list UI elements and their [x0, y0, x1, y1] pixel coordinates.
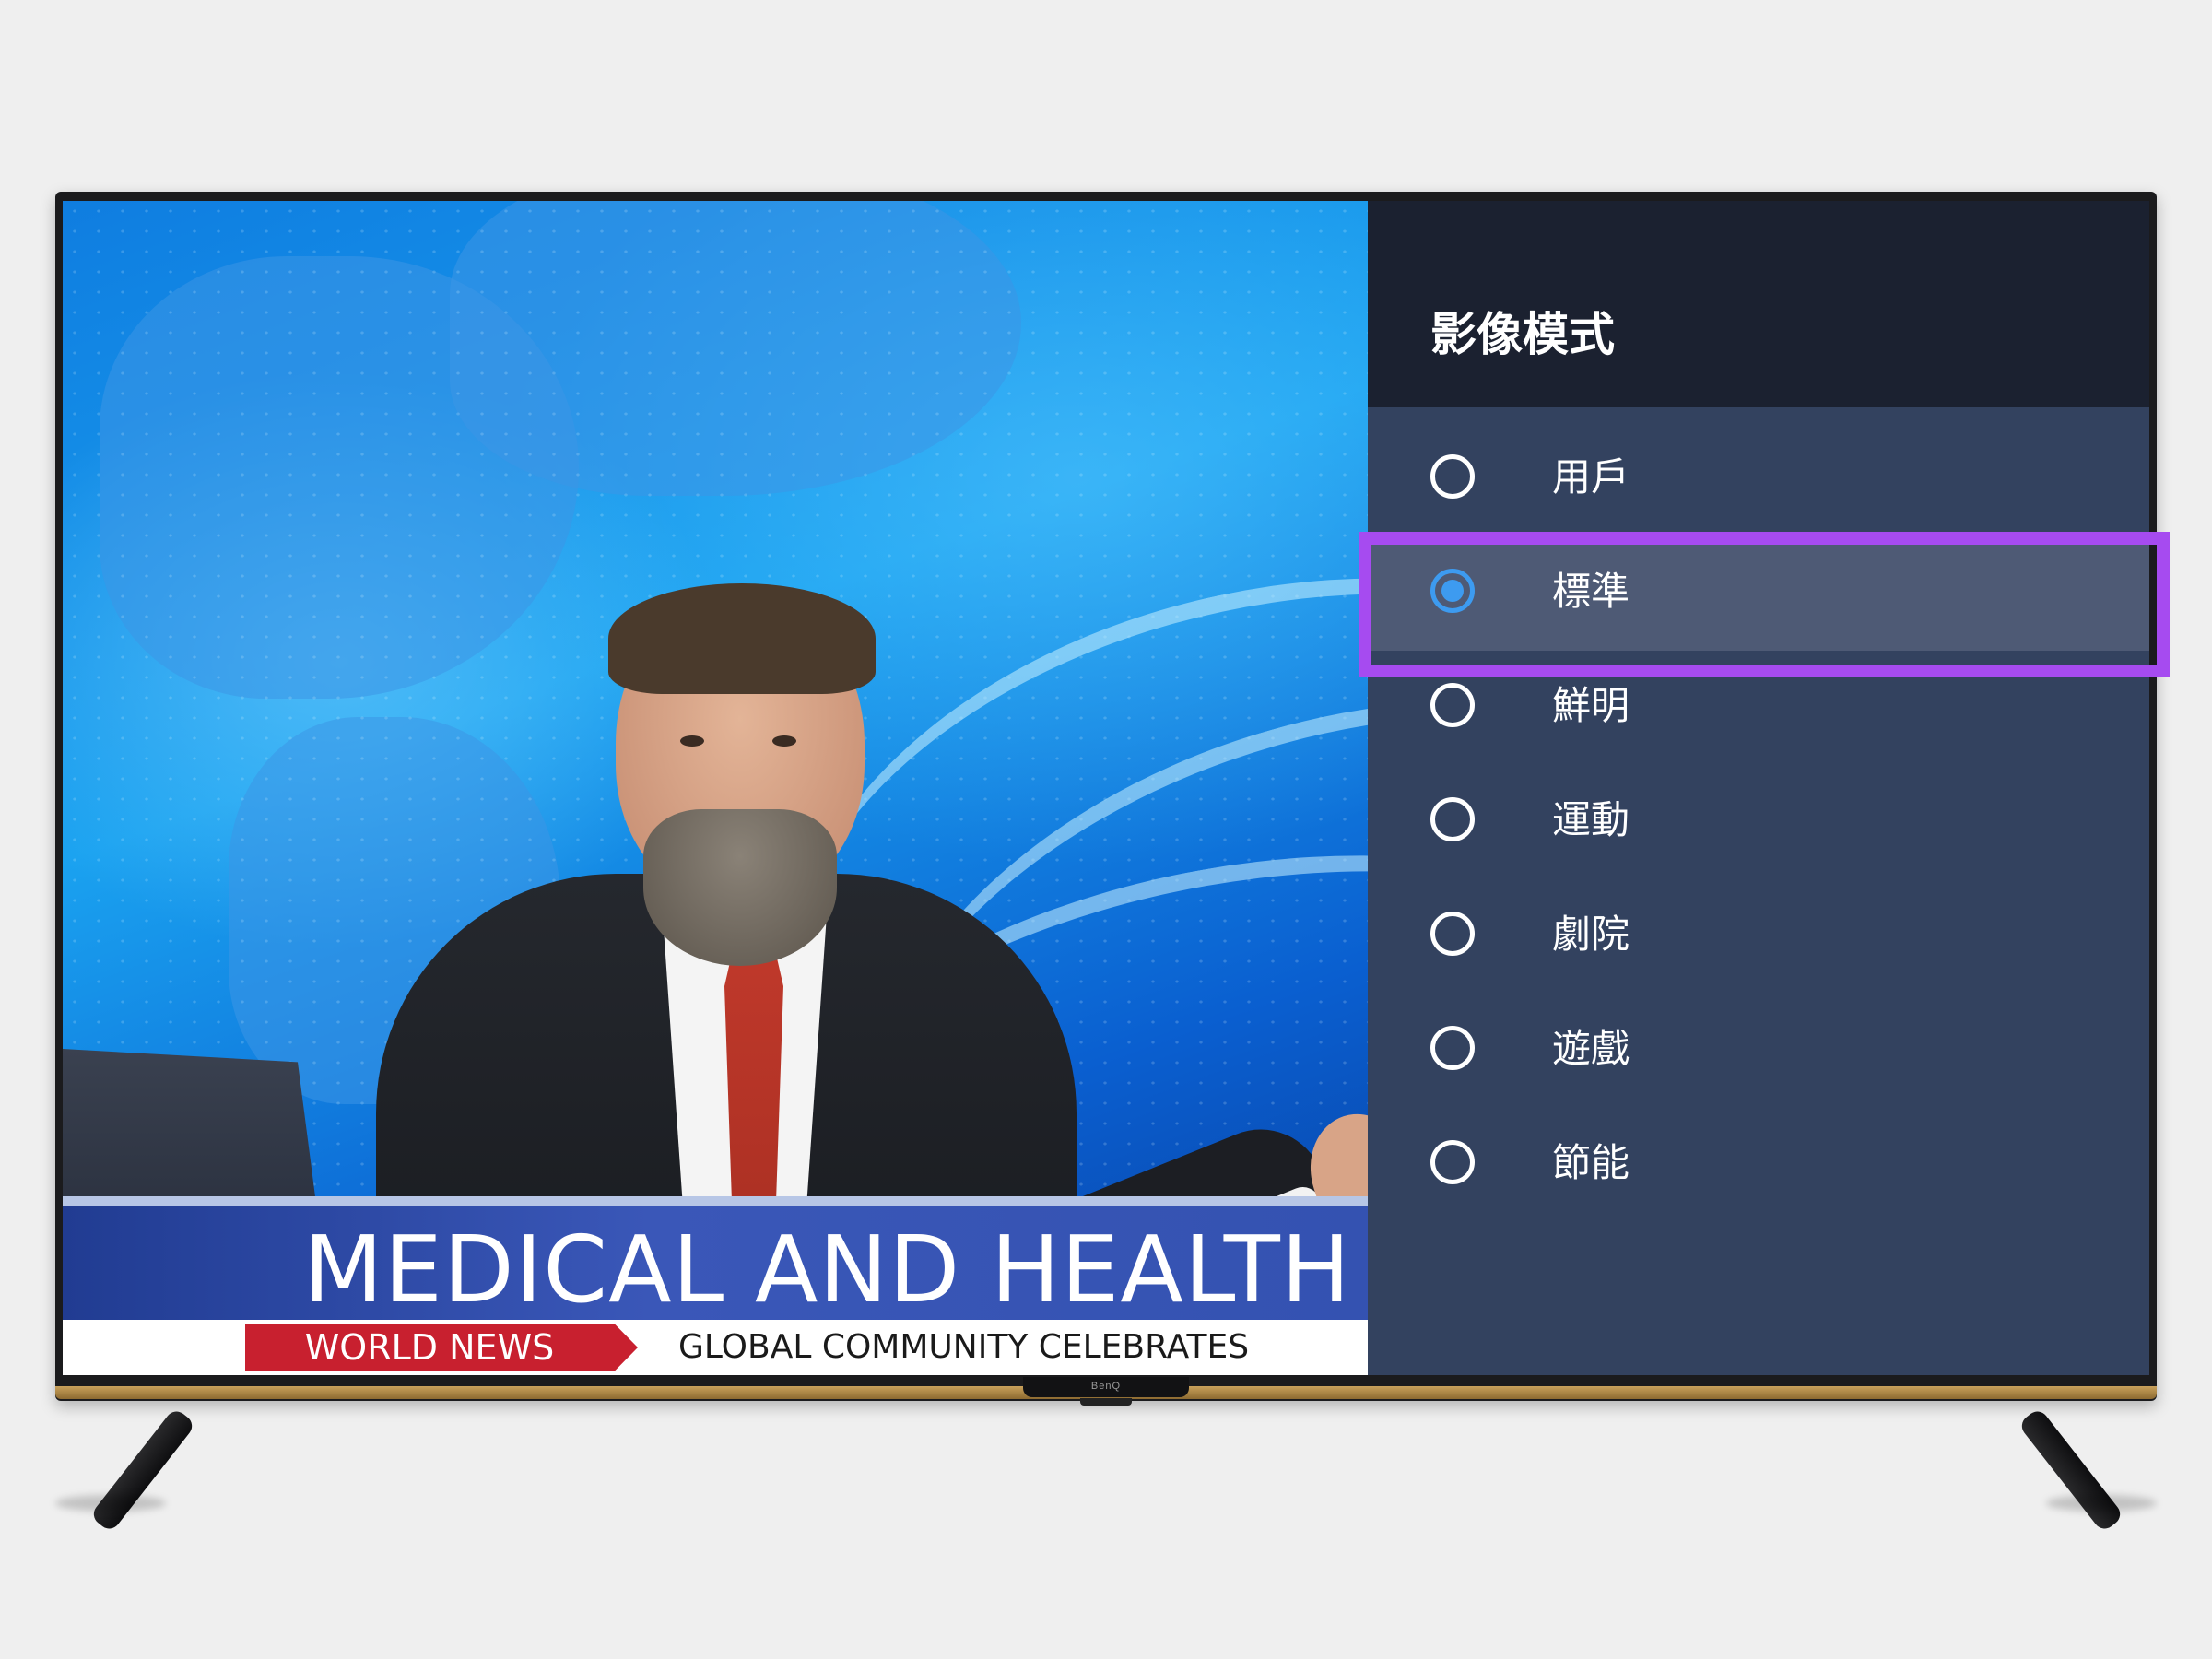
news-tag: WORLD NEWS — [245, 1324, 638, 1371]
news-tag-label: WORLD NEWS — [304, 1327, 555, 1368]
menu-item-label: 鮮明 — [1552, 683, 1630, 728]
picture-mode-option-sport[interactable]: 運動 — [1368, 765, 2149, 879]
anchor-hair — [608, 583, 876, 694]
anchor-beard — [643, 809, 837, 966]
menu-item-label: 遊戲 — [1552, 1026, 1630, 1071]
radio-unchecked-icon[interactable] — [1430, 912, 1475, 956]
radio-unchecked-icon[interactable] — [1430, 454, 1475, 499]
headline-text: MEDICAL AND HEALTH — [303, 1216, 1351, 1324]
headline-bar: MEDICAL AND HEALTH — [63, 1206, 1368, 1324]
tv-ir-sensor — [1080, 1398, 1132, 1406]
tv-stand-leg-left — [89, 1406, 196, 1534]
radio-unchecked-icon[interactable] — [1430, 683, 1475, 727]
ticker-text: GLOBAL COMMUNITY CELEBRATES — [678, 1328, 1250, 1366]
radio-checked-icon[interactable] — [1430, 569, 1475, 613]
tv-screen: MEDICAL AND HEALTH WORLD NEWS GLOBAL COM… — [63, 201, 2149, 1375]
news-broadcast-video: MEDICAL AND HEALTH WORLD NEWS GLOBAL COM… — [63, 201, 1368, 1375]
picture-mode-list: 用戶 標準 鮮明 運動 劇院 遊戲 節能 — [1368, 422, 2149, 1222]
picture-mode-option-standard[interactable]: 標準 — [1368, 536, 2149, 651]
tv-scene: BenQ MEDICAL AND HEALTH WORLD NEWS GLOBA… — [0, 0, 2212, 1659]
picture-mode-option-user[interactable]: 用戶 — [1368, 422, 2149, 536]
news-lower-third: MEDICAL AND HEALTH WORLD NEWS GLOBAL COM… — [63, 1196, 1368, 1375]
picture-mode-option-game[interactable]: 遊戲 — [1368, 994, 2149, 1108]
menu-item-label: 用戶 — [1552, 454, 1630, 500]
news-ticker: WORLD NEWS GLOBAL COMMUNITY CELEBRATES — [63, 1320, 1368, 1375]
picture-mode-option-cinema[interactable]: 劇院 — [1368, 879, 2149, 994]
menu-item-label: 標準 — [1552, 569, 1630, 614]
radio-unchecked-icon[interactable] — [1430, 1140, 1475, 1184]
anchor-eye — [680, 735, 704, 747]
picture-mode-option-vivid[interactable]: 鮮明 — [1368, 651, 2149, 765]
picture-mode-menu: 影像模式 用戶 標準 鮮明 運動 劇院 遊戲 節能 — [1368, 201, 2149, 1375]
anchor-eye — [772, 735, 796, 747]
tv-brand-logo: BenQ — [1023, 1377, 1189, 1397]
radio-unchecked-icon[interactable] — [1430, 1026, 1475, 1070]
menu-item-label: 節能 — [1552, 1140, 1630, 1185]
menu-title: 影像模式 — [1430, 308, 1615, 361]
menu-item-label: 運動 — [1552, 797, 1630, 842]
tv-stand-leg-right — [2018, 1406, 2124, 1534]
tv-stand-shadow-left — [55, 1495, 166, 1512]
menu-item-label: 劇院 — [1552, 912, 1630, 957]
radio-unchecked-icon[interactable] — [1430, 797, 1475, 841]
lower-third-accent-line — [63, 1196, 1368, 1206]
tv-stand-shadow-right — [2046, 1495, 2157, 1512]
picture-mode-option-eco[interactable]: 節能 — [1368, 1108, 2149, 1222]
menu-header: 影像模式 — [1368, 201, 2149, 407]
